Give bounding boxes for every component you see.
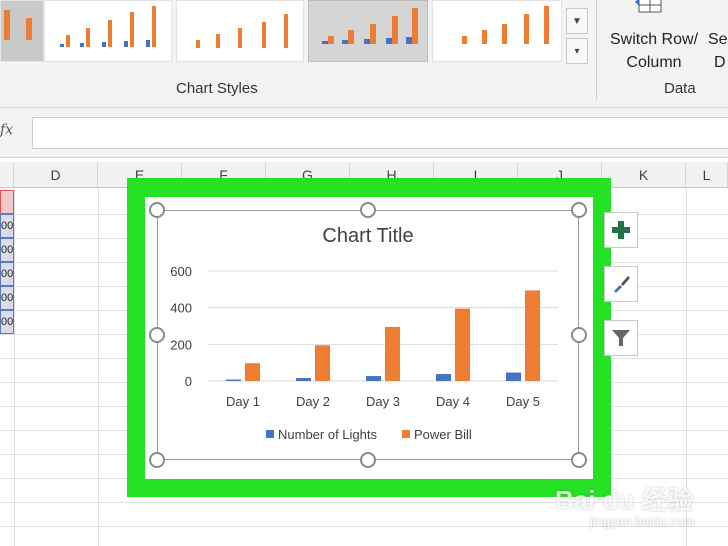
- more-icon: ▾: [574, 45, 580, 57]
- grid-line: [98, 188, 99, 546]
- bar-power-bill: [245, 363, 260, 381]
- select-data-button[interactable]: Se D: [704, 0, 728, 76]
- x-tick-label: Day 4: [436, 394, 470, 409]
- x-tick-label: Day 2: [296, 394, 330, 409]
- column-header-k[interactable]: K: [602, 162, 686, 188]
- selected-cell[interactable]: 00: [0, 286, 14, 310]
- bar-number-of-lights: [296, 378, 311, 381]
- watermark-logo: Bai du 经验: [555, 485, 694, 515]
- resize-handle[interactable]: [571, 202, 587, 218]
- selected-cell[interactable]: 00: [0, 214, 14, 238]
- y-tick-label: 200: [170, 337, 192, 352]
- column-header-d[interactable]: D: [14, 162, 98, 188]
- chart-plot[interactable]: 0 200 400 600 Day 1 Day 2 Day 3 Day 4 Day 5 Numbe…: [158, 255, 578, 475]
- select-data-label-line1: Se: [708, 31, 728, 48]
- y-tick-label: 0: [185, 374, 192, 389]
- bar-number-of-lights: [226, 379, 241, 381]
- plus-icon: [612, 221, 630, 239]
- legend-swatch: [266, 430, 274, 438]
- resize-handle[interactable]: [360, 452, 376, 468]
- selected-cell[interactable]: 00: [0, 262, 14, 286]
- select-data-label-line2: D: [714, 54, 726, 71]
- selected-cell[interactable]: 00: [0, 238, 14, 262]
- column-header-l[interactable]: L: [686, 162, 728, 188]
- grid-line: [14, 188, 15, 546]
- legend-swatch: [402, 430, 410, 438]
- group-separator: [596, 0, 597, 100]
- resize-handle[interactable]: [149, 452, 165, 468]
- chart-elements-button[interactable]: [604, 212, 638, 248]
- chevron-down-icon: ▼: [572, 15, 582, 27]
- resize-handle[interactable]: [571, 327, 587, 343]
- switch-row-column-button[interactable]: Switch Row/ Column: [600, 0, 704, 76]
- chart-styles-gallery[interactable]: [0, 0, 566, 66]
- y-tick-label: 600: [170, 264, 192, 279]
- legend-label: Power Bill: [414, 427, 472, 442]
- row-corner[interactable]: [0, 162, 14, 188]
- chart-title[interactable]: Chart Title: [157, 225, 579, 248]
- legend-label: Number of Lights: [278, 427, 377, 442]
- chart-styles-group-label: Chart Styles: [176, 80, 258, 97]
- y-tick-label: 400: [170, 301, 192, 316]
- ribbon: ▼ ▾ Chart Styles Switch Row/ Column Se D…: [0, 0, 728, 108]
- bar-power-bill: [315, 345, 330, 381]
- bar-number-of-lights: [366, 376, 381, 381]
- x-tick-label: Day 3: [366, 394, 400, 409]
- resize-handle[interactable]: [571, 452, 587, 468]
- fx-icon[interactable]: fx: [0, 122, 13, 138]
- formula-input[interactable]: [32, 117, 728, 149]
- selected-cell[interactable]: [0, 190, 14, 214]
- filter-icon: [612, 330, 630, 346]
- resize-handle[interactable]: [149, 202, 165, 218]
- gallery-scroll-down-button[interactable]: ▼: [566, 8, 588, 34]
- switch-row-column-icon: [635, 0, 662, 13]
- x-tick-label: Day 1: [226, 394, 260, 409]
- resize-handle[interactable]: [360, 202, 376, 218]
- selected-cell[interactable]: 00: [0, 310, 14, 334]
- chart-styles-button[interactable]: [604, 266, 638, 302]
- chart-style-previews: [4, 6, 549, 48]
- bar-power-bill: [525, 290, 540, 381]
- bar-number-of-lights: [506, 372, 521, 381]
- chart-filters-button[interactable]: [604, 320, 638, 356]
- data-group-label: Data: [664, 80, 696, 97]
- resize-handle[interactable]: [149, 327, 165, 343]
- switch-row-column-label-line2: Column: [626, 54, 682, 71]
- switch-row-column-label-line1: Switch Row/: [609, 31, 699, 48]
- paintbrush-icon: [614, 276, 630, 293]
- bar-number-of-lights: [436, 374, 451, 381]
- bar-power-bill: [455, 308, 470, 381]
- x-tick-label: Day 5: [506, 394, 540, 409]
- watermark-url: jingyan.baidu.com: [590, 514, 695, 529]
- gallery-more-button[interactable]: ▾: [566, 38, 588, 64]
- bar-power-bill: [385, 326, 400, 381]
